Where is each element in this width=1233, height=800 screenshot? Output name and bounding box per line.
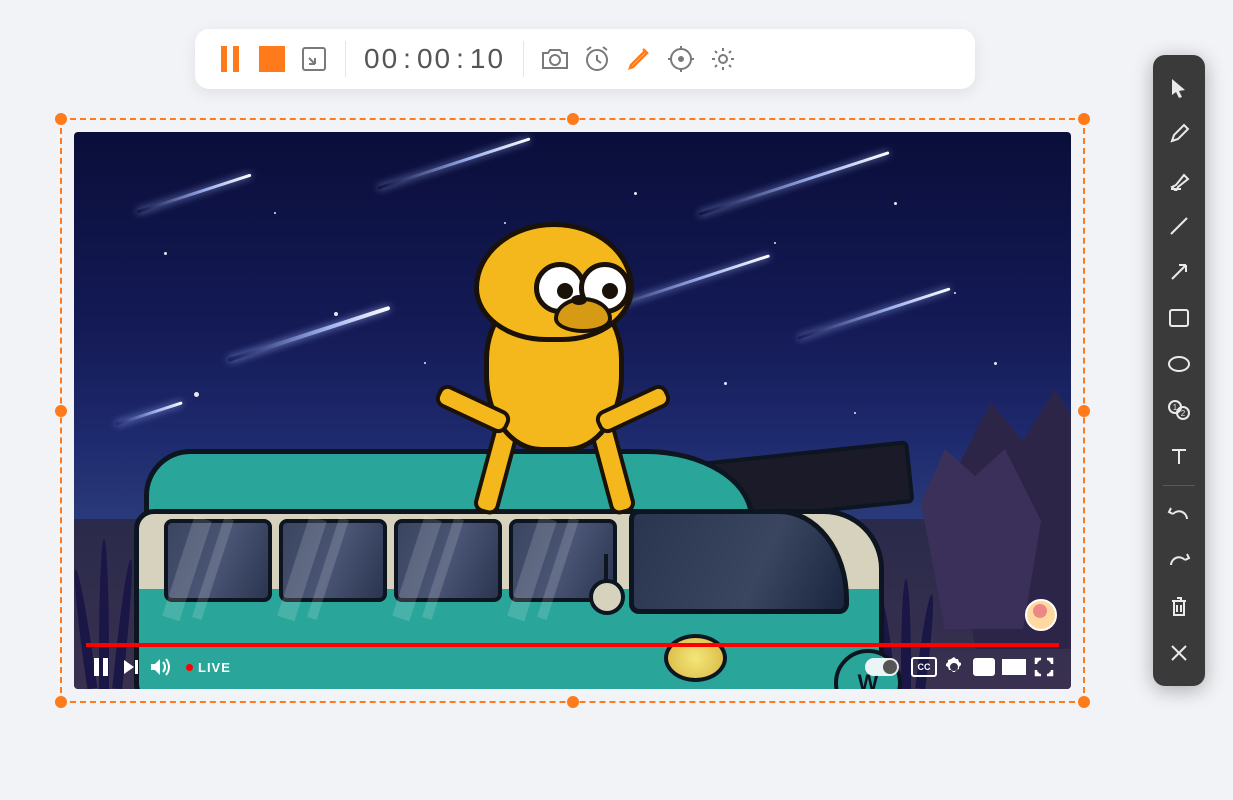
timer-ss: 10 bbox=[470, 43, 505, 74]
recording-control-bar: 00:00:10 bbox=[195, 29, 975, 89]
resize-handle-bottom-right[interactable] bbox=[1078, 696, 1090, 708]
timer-hh: 00 bbox=[364, 43, 399, 74]
text-tool[interactable] bbox=[1159, 436, 1199, 476]
annotation-toolbar: 12 bbox=[1153, 55, 1205, 686]
numbered-step-tool[interactable]: 12 bbox=[1159, 390, 1199, 430]
scheduler-button[interactable] bbox=[576, 38, 618, 80]
svg-text:1: 1 bbox=[1173, 403, 1178, 412]
arrow-tool[interactable] bbox=[1159, 252, 1199, 292]
close-button[interactable] bbox=[1159, 633, 1199, 673]
resize-handle-top-right[interactable] bbox=[1078, 113, 1090, 125]
toolbar-divider bbox=[1163, 485, 1195, 486]
cursor-tool[interactable] bbox=[1159, 68, 1199, 108]
player-next-button[interactable] bbox=[116, 653, 146, 681]
highlighter-tool[interactable] bbox=[1159, 160, 1199, 200]
cartoon-dog-illustration bbox=[444, 222, 674, 482]
line-tool[interactable] bbox=[1159, 206, 1199, 246]
pause-button[interactable] bbox=[209, 38, 251, 80]
theater-button[interactable] bbox=[999, 653, 1029, 681]
player-volume-button[interactable] bbox=[146, 653, 176, 681]
captions-button[interactable]: CC bbox=[909, 653, 939, 681]
live-label: LIVE bbox=[198, 660, 231, 675]
divider bbox=[523, 41, 524, 77]
player-pause-button[interactable] bbox=[86, 653, 116, 681]
video-player-controls: LIVE CC bbox=[74, 629, 1071, 689]
stop-button[interactable] bbox=[251, 38, 293, 80]
capture-region[interactable]: W LIVE bbox=[60, 118, 1085, 703]
svg-text:2: 2 bbox=[1181, 409, 1186, 418]
progress-bar[interactable] bbox=[86, 643, 1059, 647]
resize-handle-right[interactable] bbox=[1078, 405, 1090, 417]
autoplay-toggle[interactable] bbox=[865, 658, 899, 676]
spotlight-button[interactable] bbox=[660, 38, 702, 80]
screenshot-button[interactable] bbox=[534, 38, 576, 80]
resize-handle-bottom[interactable] bbox=[567, 696, 579, 708]
resize-handle-top[interactable] bbox=[567, 113, 579, 125]
settings-button[interactable] bbox=[702, 38, 744, 80]
pen-tool[interactable] bbox=[1159, 114, 1199, 154]
divider bbox=[345, 41, 346, 77]
progress-fill bbox=[86, 643, 1059, 647]
fullscreen-button[interactable] bbox=[1029, 653, 1059, 681]
timer-mm: 00 bbox=[417, 43, 452, 74]
annotate-button[interactable] bbox=[618, 38, 660, 80]
minimize-button[interactable] bbox=[293, 38, 335, 80]
resize-handle-left[interactable] bbox=[55, 405, 67, 417]
rectangle-tool[interactable] bbox=[1159, 298, 1199, 338]
live-indicator-dot bbox=[186, 664, 193, 671]
miniplayer-button[interactable] bbox=[969, 653, 999, 681]
recording-timer: 00:00:10 bbox=[364, 43, 505, 75]
resize-handle-bottom-left[interactable] bbox=[55, 696, 67, 708]
redo-button[interactable] bbox=[1159, 541, 1199, 581]
ellipse-tool[interactable] bbox=[1159, 344, 1199, 384]
delete-button[interactable] bbox=[1159, 587, 1199, 627]
undo-button[interactable] bbox=[1159, 495, 1199, 535]
resize-handle-top-left[interactable] bbox=[55, 113, 67, 125]
player-settings-button[interactable] bbox=[939, 653, 969, 681]
channel-avatar[interactable] bbox=[1025, 599, 1057, 631]
video-content: W LIVE bbox=[74, 132, 1071, 689]
